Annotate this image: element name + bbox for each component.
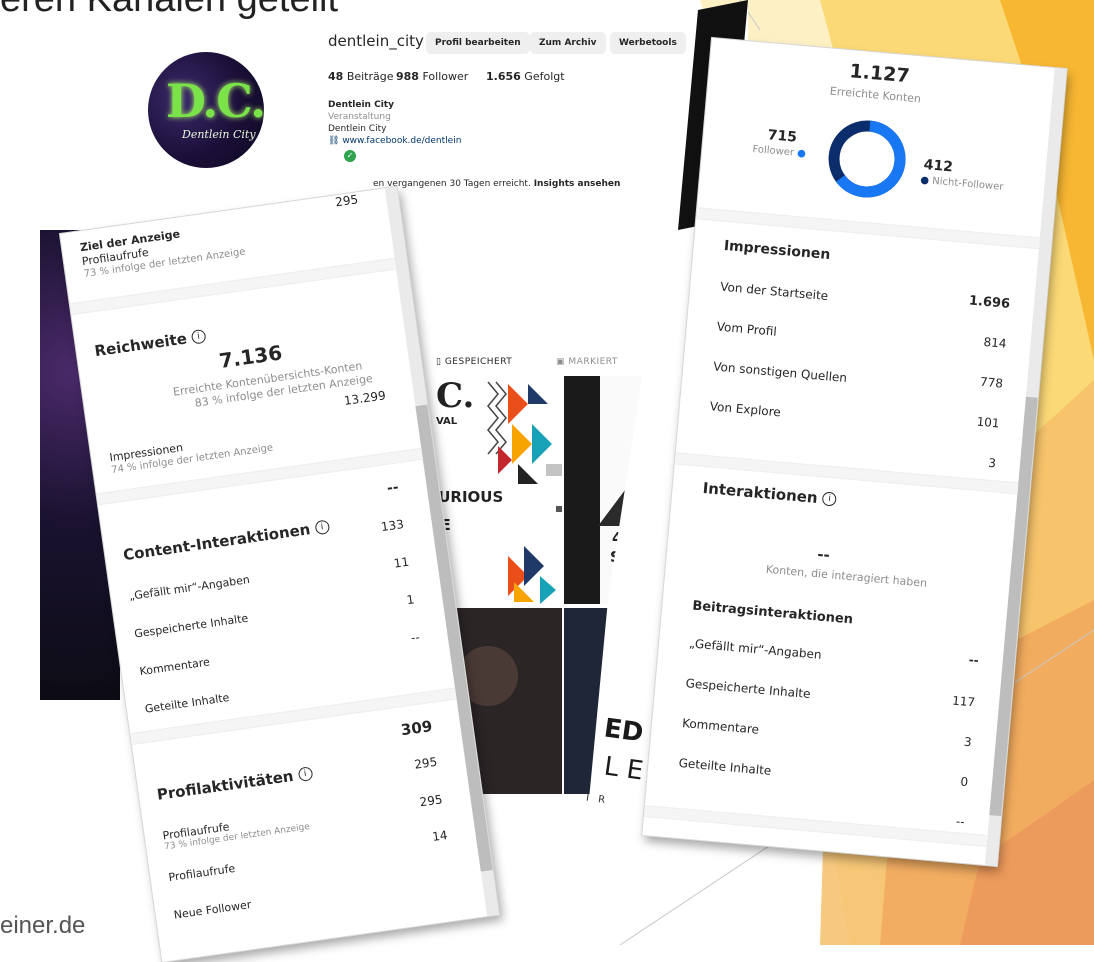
info-icon[interactable]: i — [297, 766, 314, 783]
content-row-value: 11 — [392, 554, 410, 571]
profile-activity-title: Profilaktivitäten i — [156, 764, 314, 804]
impressions-value: 13.299 — [343, 388, 387, 409]
profile-activity-row-value: 295 — [413, 754, 439, 772]
edit-profile-button[interactable]: Profil bearbeiten — [426, 32, 530, 54]
post-interactions-row-label: Geteilte Inhalte — [678, 755, 772, 778]
link-icon: ⛓ — [328, 136, 340, 146]
content-row-label: Kommentare — [138, 655, 211, 679]
poster-text-ed: ED — [602, 713, 646, 749]
content-row-value: 133 — [380, 517, 405, 535]
verified-check-icon: ✓ — [344, 150, 356, 162]
avatar-logo-subtext: Dentlein City — [182, 128, 256, 141]
reach-value: 1.127 — [848, 60, 911, 88]
followers-label: Follower ● — [751, 143, 807, 160]
profile-avatar[interactable]: D.C. Dentlein City — [148, 52, 264, 168]
profile-activity-row-label: Profilaufrufe — [167, 861, 237, 885]
impressions-row-value: 814 — [983, 334, 1008, 351]
reach-title: Reichweite i — [93, 327, 207, 360]
posts-count[interactable]: 48 Beiträge — [328, 70, 394, 83]
content-interactions-total: -- — [385, 479, 400, 497]
top-value: 295 — [334, 192, 360, 210]
post-interactions-row-value: 0 — [959, 774, 969, 790]
tab-saved[interactable]: ▯ GESPEICHERT — [436, 357, 512, 367]
post-interactions-row-label: Kommentare — [681, 716, 760, 737]
bio-link[interactable]: ⛓ www.facebook.de/dentlein — [328, 136, 461, 146]
bookmark-icon: ▯ — [436, 357, 442, 367]
profile-activity-total: 309 — [399, 717, 434, 740]
bio-line: Dentlein City — [328, 124, 387, 134]
post-interactions-row-value: 3 — [963, 734, 973, 750]
impressions-row-value: 3 — [987, 455, 997, 471]
tag-icon: ▣ — [556, 357, 566, 367]
poster-text-le: L E — [602, 751, 646, 787]
slide-footer: einer.de — [0, 912, 86, 939]
bio-name: Dentlein City — [328, 100, 394, 110]
grid-text-val: VAL — [436, 416, 458, 427]
impressions-row-label: Von der Startseite — [719, 279, 829, 304]
reach-label: Erreichte Konten — [829, 84, 922, 106]
grid-text-festival: C. — [436, 376, 475, 416]
nonfollowers-value: 412 — [923, 156, 954, 176]
nonfollowers-label: ● Nicht-Follower — [919, 174, 1004, 193]
post-interactions-row-label: „Gefällt mir“-Angaben — [688, 636, 823, 662]
content-row-label: „Gefällt mir“-Angaben — [128, 573, 251, 603]
post-interactions-total: -- — [968, 652, 980, 668]
profile-activity-row-value: 295 — [418, 792, 444, 810]
slide-title: eren Kanälen geteilt — [0, 0, 338, 21]
impressions-total: 1.696 — [968, 293, 1011, 312]
post-interactions-row-value: -- — [955, 814, 966, 829]
followers-donut-chart — [828, 120, 906, 198]
content-interactions-title: Content-Interaktionen i — [122, 517, 330, 564]
content-row-label: Geteilte Inhalte — [144, 691, 231, 716]
impressions-title: Impressionen — [723, 237, 831, 264]
impressions-row-label: Vom Profil — [716, 319, 778, 339]
info-icon[interactable]: i — [190, 328, 207, 345]
insights-panel-overview: 1.127 Erreichte Konten 715 Follower ● 41… — [642, 38, 1067, 866]
impressions-row-label: Von Explore — [709, 399, 782, 420]
post-interactions-title: Beitragsinteraktionen — [691, 598, 854, 628]
interactions-value: -- — [816, 545, 831, 565]
impressions-row-value: 778 — [979, 374, 1004, 391]
following-count[interactable]: 1.656 Gefolgt — [486, 70, 565, 83]
followers-value: 715 — [767, 127, 798, 146]
followers-count[interactable]: 988 Follower — [396, 70, 468, 83]
profile-activity-row-label: Neue Follower — [173, 897, 253, 922]
profile-activity-row-value: 14 — [431, 828, 449, 844]
info-icon[interactable]: i — [314, 519, 330, 536]
bio-category: Veranstaltung — [328, 112, 391, 122]
post-interactions-row-value: 117 — [951, 693, 976, 710]
content-row-label: Gespeicherte Inhalte — [133, 611, 249, 641]
impressions-row-value: 101 — [976, 414, 1001, 431]
post-interactions-row-label: Gespeicherte Inhalte — [685, 676, 812, 702]
content-row-value: 1 — [405, 592, 416, 608]
interactions-title: Interaktionen i — [702, 479, 838, 509]
impressions-row-label: Von sonstigen Quellen — [712, 359, 848, 386]
avatar-logo-text: D.C. — [166, 74, 264, 128]
info-icon[interactable]: i — [821, 491, 838, 507]
content-row-value: -- — [410, 629, 421, 646]
reach-value: 7.136 — [217, 340, 284, 373]
profile-username: dentlein_city — [328, 32, 424, 50]
interactions-label: Konten, die interagiert haben — [765, 562, 928, 590]
